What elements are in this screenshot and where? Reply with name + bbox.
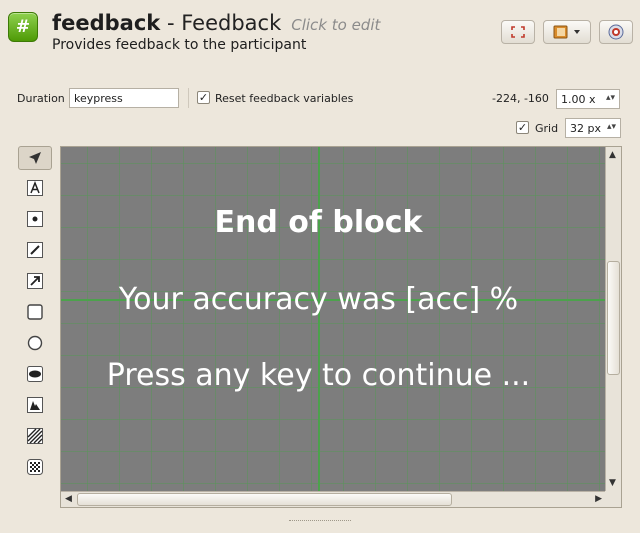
canvas-text-accuracy[interactable]: Your accuracy was [acc] % <box>61 282 576 317</box>
click-to-edit-hint[interactable]: Click to edit <box>291 16 380 34</box>
ellipse-tool-icon <box>27 366 43 382</box>
horizontal-scroll-thumb[interactable] <box>77 493 452 506</box>
circle-tool-icon <box>27 335 43 351</box>
item-type: Feedback <box>181 11 282 35</box>
feedback-item-icon: # <box>8 12 38 42</box>
title-separator: - <box>160 11 182 35</box>
fixation-dot-tool[interactable] <box>18 207 52 231</box>
gabor-tool-icon <box>27 428 43 444</box>
notes-dropdown-button[interactable] <box>543 20 591 44</box>
canvas-text-continue[interactable]: Press any key to continue ... <box>61 358 576 393</box>
arrow-select-tool[interactable] <box>18 146 52 170</box>
rectangle-tool[interactable] <box>18 300 52 324</box>
text-tool-icon <box>27 180 43 196</box>
vertical-center-axis <box>318 147 320 491</box>
item-description[interactable]: Provides feedback to the participant <box>52 37 306 53</box>
reset-variables-label: Reset feedback variables <box>215 92 354 105</box>
cursor-coordinates: -224, -160 <box>492 92 549 105</box>
grid-checkbox[interactable]: ✓ <box>516 121 529 134</box>
arrow-select-icon <box>29 152 41 164</box>
line-tool-icon <box>27 242 43 258</box>
image-tool[interactable] <box>18 393 52 417</box>
line-tool[interactable] <box>18 238 52 262</box>
noise-patch-tool[interactable] <box>18 455 52 479</box>
help-button[interactable] <box>599 20 633 44</box>
duration-input[interactable] <box>69 88 179 108</box>
rectangle-tool-icon <box>27 304 43 320</box>
horizontal-scrollbar[interactable]: ◀ ▶ <box>61 491 606 507</box>
zoom-spinbox[interactable]: 1.00 x ▴▾ <box>556 89 620 109</box>
item-title[interactable]: feedback - Feedback Click to edit <box>52 9 380 39</box>
spin-arrows-icon[interactable]: ▴▾ <box>606 93 615 103</box>
toolbar-separator <box>188 88 189 108</box>
zoom-value: 1.00 x <box>561 92 596 106</box>
notes-dropdown-icon <box>553 25 580 39</box>
fullscreen-icon <box>511 26 525 38</box>
grid-size-value: 32 px <box>570 121 601 135</box>
fixation-dot-icon <box>27 211 43 227</box>
scroll-right-icon[interactable]: ▶ <box>595 494 602 504</box>
reset-variables-checkbox[interactable]: ✓ <box>197 91 210 104</box>
vertical-scrollbar[interactable]: ▲ ▼ <box>605 147 621 491</box>
scroll-corner <box>605 491 621 507</box>
scroll-up-icon[interactable]: ▲ <box>609 150 616 160</box>
image-tool-icon <box>27 397 43 413</box>
circle-tool[interactable] <box>18 331 52 355</box>
grid-size-spinbox[interactable]: 32 px ▴▾ <box>565 118 621 138</box>
resize-grip[interactable] <box>289 520 351 522</box>
canvas-text-heading[interactable]: End of block <box>61 205 576 240</box>
grid-label: Grid <box>535 122 559 135</box>
arrow-tool[interactable] <box>18 269 52 293</box>
scroll-left-icon[interactable]: ◀ <box>65 494 72 504</box>
item-name[interactable]: feedback <box>52 11 160 35</box>
scroll-down-icon[interactable]: ▼ <box>609 478 616 488</box>
duration-label: Duration <box>17 92 65 105</box>
text-tool[interactable] <box>18 176 52 200</box>
arrow-tool-icon <box>27 273 43 289</box>
ellipse-tool[interactable] <box>18 362 52 386</box>
help-icon <box>608 24 624 40</box>
noise-patch-icon <box>27 459 43 475</box>
sketchpad-canvas[interactable]: End of block Your accuracy was [acc] % P… <box>60 146 622 508</box>
vertical-scroll-thumb[interactable] <box>607 261 620 375</box>
gabor-tool[interactable] <box>18 424 52 448</box>
fullscreen-button[interactable] <box>501 20 535 44</box>
spin-arrows-icon[interactable]: ▴▾ <box>607 122 616 132</box>
canvas-grid <box>61 147 606 491</box>
